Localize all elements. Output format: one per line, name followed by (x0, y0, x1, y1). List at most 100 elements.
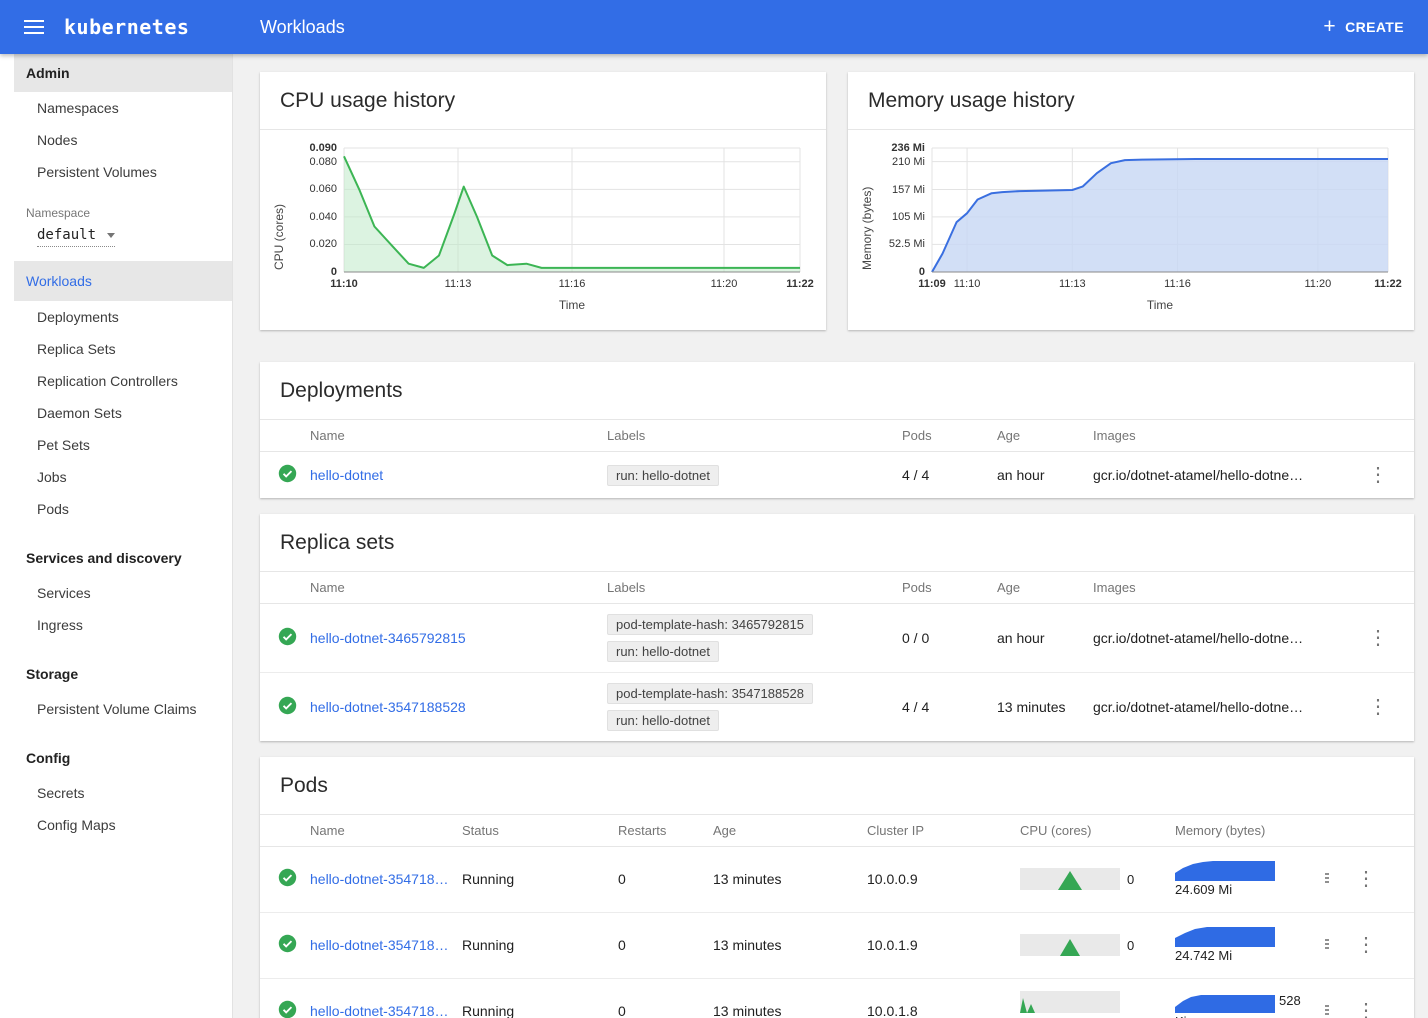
sidebar-item-services[interactable]: Services (0, 577, 232, 609)
cpu-sparkline: 0 (1020, 868, 1163, 890)
sidebar-item-admin[interactable]: Admin (14, 54, 232, 92)
table-row: hello-dotnet-3465792815 pod-template-has… (260, 604, 1414, 673)
status-ok-icon (278, 868, 297, 887)
sidebar-item-jobs[interactable]: Jobs (0, 461, 232, 493)
x-tick-label: 11:16 (1164, 278, 1191, 290)
create-button[interactable]: + CREATE (1311, 10, 1428, 44)
label-chip: run: hello-dotnet (607, 710, 719, 731)
col-cpu: CPU (cores) (1020, 815, 1175, 847)
dropdown-caret-icon (107, 233, 115, 238)
sidebar-item-namespaces[interactable]: Namespaces (0, 92, 232, 124)
y-tick-label: 0.090 (309, 142, 337, 154)
pod-link[interactable]: hello-dotnet-354718… (310, 871, 449, 887)
kebab-menu-icon[interactable]: ⋮ (1356, 869, 1376, 889)
top-app-bar: kubernetes Workloads + CREATE (0, 0, 1428, 54)
pods-table: Name Status Restarts Age Cluster IP CPU … (260, 814, 1414, 1018)
sidebar-item-persistent-volumes[interactable]: Persistent Volumes (0, 156, 232, 188)
sidebar-item-workloads[interactable]: Workloads (14, 261, 232, 301)
age: 13 minutes (997, 673, 1093, 742)
kebab-menu-icon[interactable]: ⋮ (1368, 464, 1388, 486)
kebab-menu-icon[interactable]: ⋮ (1368, 696, 1388, 718)
col-name: Name (310, 572, 607, 604)
memory-sparkline: 528 Ki (1175, 993, 1301, 1018)
age: 13 minutes (713, 978, 867, 1018)
y-tick-label: 210 Mi (892, 156, 925, 168)
col-age: Age (997, 420, 1093, 452)
memory-y-axis-label: Memory (bytes) (860, 146, 874, 270)
pod-link[interactable]: hello-dotnet-354718… (310, 937, 449, 953)
deployments-card: Deployments Name Labels Pods Age Images (260, 362, 1414, 498)
status-ok-icon (278, 464, 297, 483)
cpu-sparkline: 0.017 (1020, 991, 1163, 1018)
y-tick-label: 236 Mi (891, 142, 925, 154)
table-row: hello-dotnet-3547188528 pod-template-has… (260, 673, 1414, 742)
x-tick-label: 11:22 (786, 278, 814, 290)
deployment-link[interactable]: hello-dotnet (310, 467, 383, 483)
logs-icon[interactable] (1325, 1003, 1330, 1018)
label-chip: pod-template-hash: 3547188528 (607, 683, 813, 704)
col-name: Name (310, 420, 607, 452)
y-tick-label: 0.080 (309, 156, 337, 168)
status-ok-icon (278, 627, 297, 646)
pod-link[interactable]: hello-dotnet-354718… (310, 1003, 449, 1018)
logs-icon[interactable] (1325, 871, 1330, 887)
menu-icon[interactable] (22, 16, 46, 38)
cpu-chart-title: CPU usage history (260, 72, 826, 129)
sidebar-item-pet-sets[interactable]: Pet Sets (0, 429, 232, 461)
status-ok-icon (278, 696, 297, 715)
deployments-table: Name Labels Pods Age Images hello-dotnet… (260, 419, 1414, 498)
col-age: Age (997, 572, 1093, 604)
cluster-ip: 10.0.1.8 (867, 978, 1020, 1018)
namespace-select[interactable]: default (37, 227, 115, 247)
x-tick-label: 11:10 (330, 278, 358, 290)
main-content: CPU usage history CPU (cores) Time 00.02… (233, 54, 1428, 1018)
col-pods: Pods (902, 420, 997, 452)
kebab-menu-icon[interactable]: ⋮ (1356, 1001, 1376, 1018)
sidebar-item-deployments[interactable]: Deployments (0, 301, 232, 333)
cpu-sparkline: 0 (1020, 934, 1163, 956)
x-tick-label: 11:09 (918, 278, 946, 290)
col-name: Name (310, 815, 462, 847)
age: an hour (997, 452, 1093, 499)
cluster-ip: 10.0.1.9 (867, 912, 1020, 978)
pods-count: 0 / 0 (902, 604, 997, 673)
replica-set-link[interactable]: hello-dotnet-3547188528 (310, 699, 466, 715)
sidebar-item-config-maps[interactable]: Config Maps (0, 809, 232, 841)
memory-chart-title: Memory usage history (848, 72, 1414, 129)
table-header-row: Name Labels Pods Age Images (260, 572, 1414, 604)
status-ok-icon (278, 1000, 297, 1018)
sidebar-item-replica-sets[interactable]: Replica Sets (0, 333, 232, 365)
memory-sparkline: 24.742 Mi (1175, 927, 1279, 963)
age: 13 minutes (713, 912, 867, 978)
col-age: Age (713, 815, 867, 847)
col-labels: Labels (607, 420, 902, 452)
sidebar-item-persistent-volume-claims[interactable]: Persistent Volume Claims (0, 693, 232, 725)
x-tick-label: 11:16 (559, 278, 586, 290)
x-tick-label: 11:13 (1059, 278, 1086, 290)
restarts: 0 (618, 978, 713, 1018)
replica-set-link[interactable]: hello-dotnet-3465792815 (310, 630, 466, 646)
sidebar-item-daemon-sets[interactable]: Daemon Sets (0, 397, 232, 429)
sidebar-header-storage: Storage (0, 655, 232, 693)
kebab-menu-icon[interactable]: ⋮ (1368, 627, 1388, 649)
col-labels: Labels (607, 572, 902, 604)
sidebar-item-ingress[interactable]: Ingress (0, 609, 232, 641)
kebab-menu-icon[interactable]: ⋮ (1356, 935, 1376, 955)
sidebar-item-nodes[interactable]: Nodes (0, 124, 232, 156)
pod-status: Running (462, 847, 618, 913)
logs-icon[interactable] (1325, 937, 1330, 953)
cpu-value: 0 (1127, 938, 1134, 953)
col-cluster-ip: Cluster IP (867, 815, 1020, 847)
memory-chart-plot (932, 148, 1388, 272)
sidebar-item-secrets[interactable]: Secrets (0, 777, 232, 809)
sidebar-item-replication-controllers[interactable]: Replication Controllers (0, 365, 232, 397)
x-tick-label: 11:10 (954, 278, 981, 290)
y-tick-label: 0 (331, 266, 337, 278)
sidebar-item-pods[interactable]: Pods (0, 493, 232, 525)
cpu-value: 0 (1127, 872, 1134, 887)
col-memory: Memory (bytes) (1175, 815, 1325, 847)
memory-sparkline: 24.609 Mi (1175, 861, 1279, 897)
pods-card: Pods Name Status Restarts Age Cluster IP… (260, 757, 1414, 1018)
plus-icon: + (1323, 18, 1336, 36)
cpu-y-axis-label: CPU (cores) (272, 146, 286, 270)
